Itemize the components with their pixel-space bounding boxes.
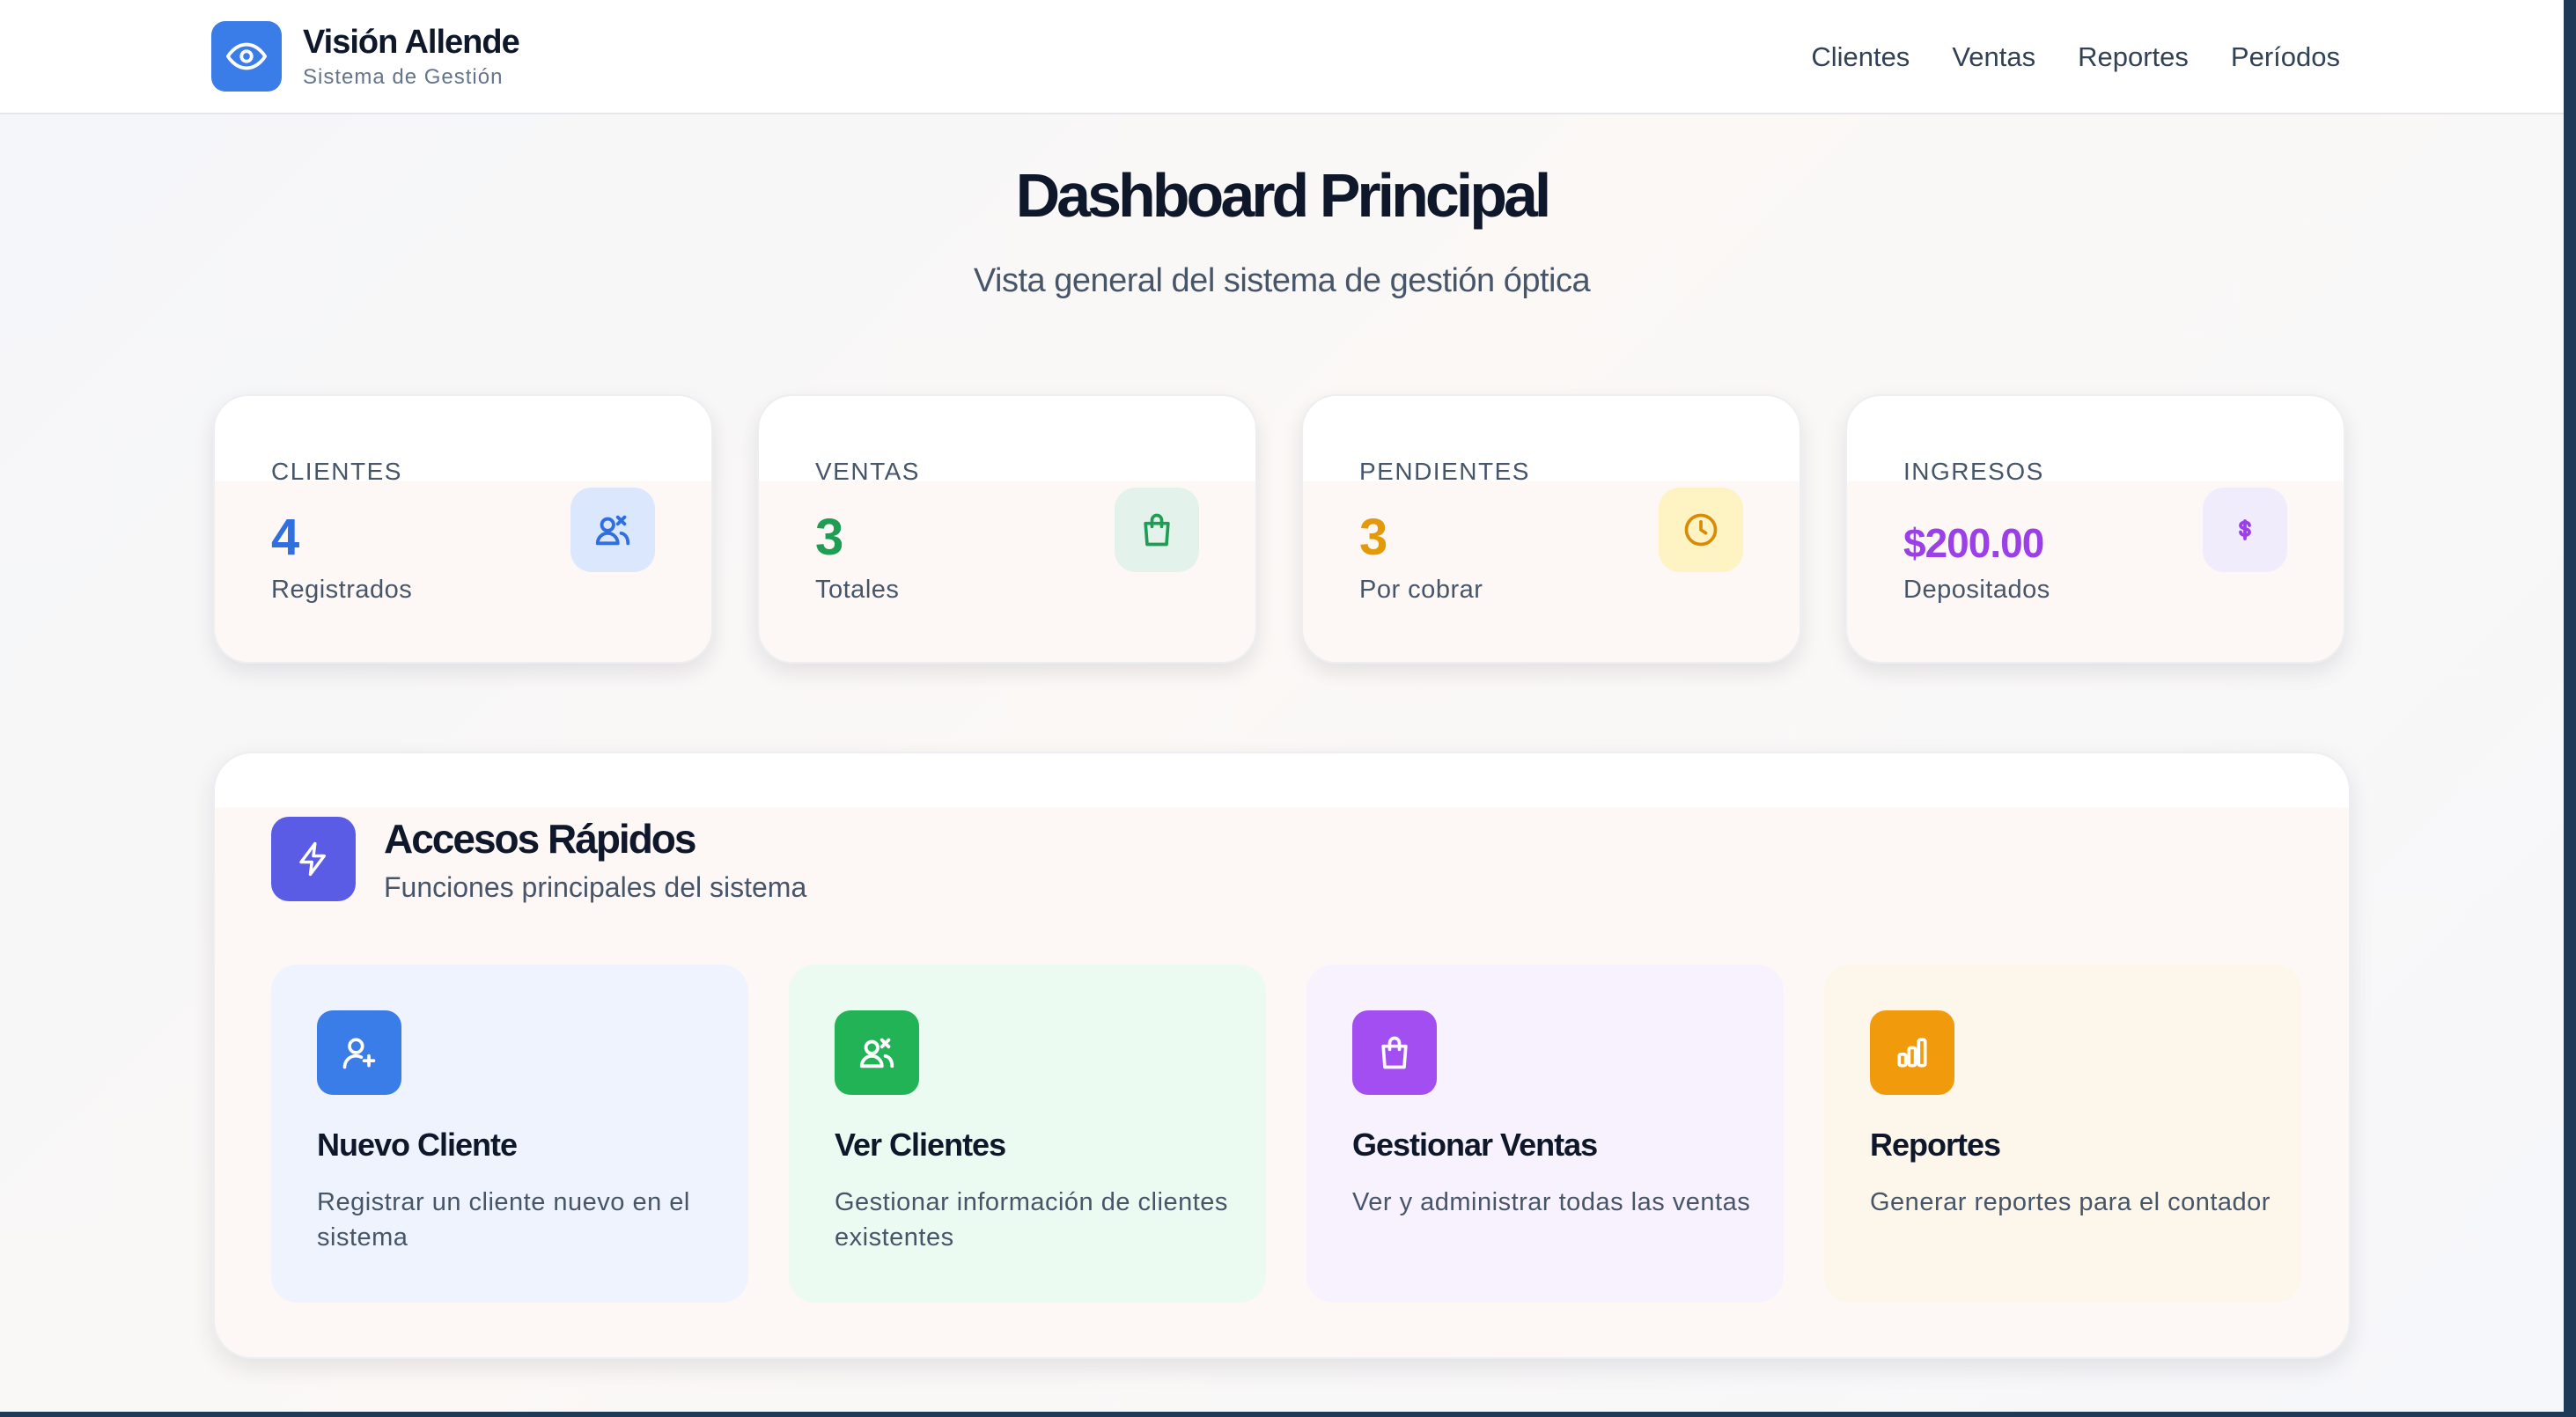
window-edge-bottom xyxy=(0,1412,2576,1417)
tile-title: Ver Clientes xyxy=(835,1127,1006,1163)
stat-card-pendientes: PENDIENTES 3 Por cobrar xyxy=(1301,394,1801,664)
nav-ventas[interactable]: Ventas xyxy=(1952,35,2035,79)
stat-value: 4 xyxy=(271,509,300,566)
bar-chart-icon xyxy=(1870,1010,1954,1095)
brand-title: Visión Allende xyxy=(303,24,520,61)
nav-periodos[interactable]: Períodos xyxy=(2231,35,2340,79)
page-subtitle: Vista general del sistema de gestión ópt… xyxy=(973,262,1591,299)
nav-reportes[interactable]: Reportes xyxy=(2078,35,2189,79)
tile-title: Gestionar Ventas xyxy=(1352,1127,1598,1163)
stat-card-clientes: CLIENTES 4 Registrados xyxy=(213,394,713,664)
tile-reportes[interactable]: Reportes Generar reportes para el contad… xyxy=(1824,965,2301,1303)
tile-description: Ver y administrar todas las ventas xyxy=(1352,1188,1751,1216)
quick-access-subtitle: Funciones principales del sistema xyxy=(384,871,807,903)
page-title: Dashboard Principal xyxy=(1015,161,1552,230)
stat-caption: Depositados xyxy=(1903,576,2050,604)
stat-label: VENTAS xyxy=(815,458,920,485)
dollar-icon xyxy=(2203,488,2287,572)
stat-label: CLIENTES xyxy=(271,458,402,485)
tile-description: Generar reportes para el contador xyxy=(1870,1188,2271,1216)
users-icon xyxy=(570,488,655,572)
stats-row: CLIENTES 4 Registrados VENTAS 3 Totales … xyxy=(213,394,2345,664)
stat-value: 3 xyxy=(815,509,844,566)
brand[interactable]: Visión Allende Sistema de Gestión xyxy=(211,21,520,92)
window-edge xyxy=(2564,0,2576,1417)
stat-label: PENDIENTES xyxy=(1359,458,1530,485)
user-plus-icon xyxy=(317,1010,401,1095)
stat-card-ingresos: INGRESOS $200.00 Depositados xyxy=(1845,394,2345,664)
stat-value: 3 xyxy=(1359,509,1388,566)
tile-gestionar-ventas[interactable]: Gestionar Ventas Ver y administrar todas… xyxy=(1306,965,1784,1303)
stat-label: INGRESOS xyxy=(1903,458,2044,485)
stat-caption: Totales xyxy=(815,576,900,604)
tile-title: Nuevo Cliente xyxy=(317,1127,518,1163)
quick-access-title: Accesos Rápidos xyxy=(384,816,696,862)
top-navbar: Visión Allende Sistema de Gestión Client… xyxy=(0,0,2564,114)
stat-card-ventas: VENTAS 3 Totales xyxy=(757,394,1257,664)
eye-icon xyxy=(211,21,282,92)
lightning-icon xyxy=(271,817,356,901)
clock-icon xyxy=(1659,488,1743,572)
quick-access-tiles: Nuevo Cliente Registrar un cliente nuevo… xyxy=(271,965,2301,1303)
stat-caption: Por cobrar xyxy=(1359,576,1483,604)
shopping-bag-icon xyxy=(1115,488,1199,572)
tile-ver-clientes[interactable]: Ver Clientes Gestionar información de cl… xyxy=(789,965,1266,1303)
quick-access-panel: Accesos Rápidos Funciones principales de… xyxy=(213,752,2351,1359)
tile-title: Reportes xyxy=(1870,1127,2001,1163)
main-nav: Clientes Ventas Reportes Períodos xyxy=(1811,35,2340,79)
nav-clientes[interactable]: Clientes xyxy=(1811,35,1910,79)
tile-description: Gestionar información de clientes existe… xyxy=(835,1188,1228,1252)
stat-value: $200.00 xyxy=(1903,520,2044,566)
tile-description: Registrar un cliente nuevo en el sistema xyxy=(317,1188,690,1252)
shopping-bag-icon xyxy=(1352,1010,1437,1095)
tile-nuevo-cliente[interactable]: Nuevo Cliente Registrar un cliente nuevo… xyxy=(271,965,748,1303)
users-icon xyxy=(835,1010,919,1095)
brand-subtitle: Sistema de Gestión xyxy=(303,65,504,89)
stat-caption: Registrados xyxy=(271,576,413,604)
